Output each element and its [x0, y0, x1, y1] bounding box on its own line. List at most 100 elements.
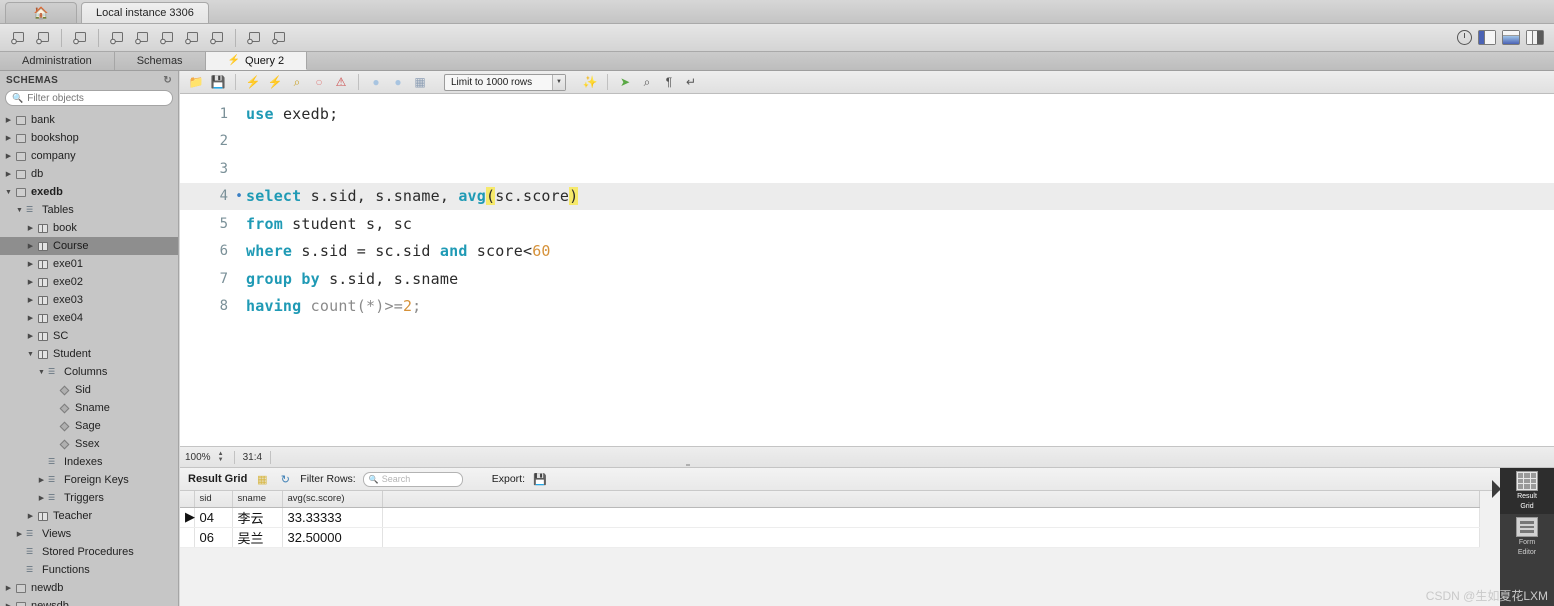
- table-cell[interactable]: [382, 507, 1480, 528]
- column-header[interactable]: [382, 491, 1480, 508]
- new-connection-icon[interactable]: [7, 27, 29, 48]
- export-recordset-icon[interactable]: 💾: [532, 471, 548, 487]
- stepper-down-icon[interactable]: ▼: [216, 457, 226, 463]
- sidebar-item-exe03[interactable]: ▶ exe03: [0, 291, 178, 309]
- sidebar-item-tables[interactable]: ▼ ☰ Tables: [0, 201, 178, 219]
- sidebar-item-newsdb[interactable]: ▶ newsdb: [0, 597, 178, 606]
- sidebar-item-functions[interactable]: ☰ Functions: [0, 561, 178, 579]
- code-line[interactable]: 4 • select s.sid, s.sname, avg(sc.score): [180, 182, 1554, 210]
- chevron-down-icon[interactable]: ▼: [552, 74, 565, 90]
- sidebar-item-foreign-keys[interactable]: ▶ ☰ Foreign Keys: [0, 471, 178, 489]
- refresh-icon[interactable]: ↻: [163, 75, 172, 86]
- schema-filter-box[interactable]: 🔍: [5, 90, 173, 106]
- rollback-icon[interactable]: ●: [388, 73, 408, 92]
- chevron-right-icon[interactable]: ▶: [14, 530, 25, 538]
- table-cell[interactable]: 33.33333: [282, 507, 383, 528]
- toggle-autocommit-icon[interactable]: ▦: [410, 73, 430, 92]
- beautify-sql-icon[interactable]: ✨: [580, 73, 600, 92]
- sidebar-item-student[interactable]: ▼ Student: [0, 345, 178, 363]
- sidebar-item-db[interactable]: ▶ db: [0, 165, 178, 183]
- chevron-down-icon[interactable]: ▼: [14, 207, 25, 214]
- code-line[interactable]: 6 where s.sid = sc.sid and score<60: [180, 238, 1554, 266]
- sidebar-toggle-icon[interactable]: [1478, 30, 1496, 45]
- tab-query-2[interactable]: ⚡ Query 2: [205, 52, 308, 70]
- chevron-right-icon[interactable]: ▶: [36, 476, 47, 484]
- sidebar-item-exedb[interactable]: ▼ exedb: [0, 183, 178, 201]
- sidebar-item-bookshop[interactable]: ▶ bookshop: [0, 129, 178, 147]
- chevron-right-icon[interactable]: ▶: [25, 242, 36, 250]
- sidebar-item-sage[interactable]: Sage: [0, 417, 178, 435]
- sidebar-item-columns[interactable]: ▼ ☰ Columns: [0, 363, 178, 381]
- filter-rows-input[interactable]: 🔍 Search: [362, 471, 463, 487]
- wrap-lines-icon[interactable]: ↵: [681, 73, 701, 92]
- sidebar-item-triggers[interactable]: ▶ ☰ Triggers: [0, 489, 178, 507]
- secondary-sidebar-toggle-icon[interactable]: [1526, 30, 1544, 45]
- table-cell[interactable]: [382, 527, 1480, 548]
- new-sql-editor-icon[interactable]: [32, 27, 54, 48]
- new-procedure-icon[interactable]: [181, 27, 203, 48]
- code-line[interactable]: 2: [180, 128, 1554, 156]
- chevron-right-icon[interactable]: ▶: [3, 116, 14, 124]
- search-icon[interactable]: ⌕: [637, 73, 657, 92]
- dock-form-editor[interactable]: Form Editor: [1500, 514, 1554, 560]
- chevron-right-icon[interactable]: ▶: [3, 170, 14, 178]
- row-limit-select[interactable]: Limit to 1000 rows ▼: [444, 73, 566, 91]
- sidebar-item-sid[interactable]: Sid: [0, 381, 178, 399]
- open-sql-script-icon[interactable]: [69, 27, 91, 48]
- chevron-right-icon[interactable]: ▶: [3, 602, 14, 606]
- table-cell[interactable]: 李云: [232, 507, 283, 528]
- save-sql-file-icon[interactable]: 💾: [208, 73, 228, 92]
- sidebar-item-newdb[interactable]: ▶ newdb: [0, 579, 178, 597]
- sql-code-editor[interactable]: 1 use exedb; 2 3 4 • select s.sid, s.sname, av…: [180, 94, 1554, 446]
- new-schema-icon[interactable]: [106, 27, 128, 48]
- toggle-stop-on-error-icon[interactable]: ⚠: [331, 73, 351, 92]
- sidebar-item-ssex[interactable]: Ssex: [0, 435, 178, 453]
- table-row[interactable]: 06 吴兰 32.50000: [180, 527, 1480, 548]
- chevron-down-icon[interactable]: ▼: [36, 369, 47, 376]
- sidebar-item-sname[interactable]: Sname: [0, 399, 178, 417]
- refresh-grid-icon[interactable]: ↻: [277, 471, 293, 487]
- table-row[interactable]: ▶ 04 李云 33.33333: [180, 507, 1480, 528]
- new-view-icon[interactable]: [156, 27, 178, 48]
- chevron-right-icon[interactable]: ▶: [25, 296, 36, 304]
- chevron-right-icon[interactable]: ▶: [3, 152, 14, 160]
- stop-execution-icon[interactable]: ○: [309, 73, 329, 92]
- table-cell[interactable]: 吴兰: [232, 527, 283, 548]
- grid-view-icon[interactable]: ▦: [254, 471, 270, 487]
- chevron-right-icon[interactable]: ▶: [3, 134, 14, 142]
- sidebar-item-exe02[interactable]: ▶ exe02: [0, 273, 178, 291]
- chevron-right-icon[interactable]: ▶: [3, 584, 14, 592]
- table-cell[interactable]: 04: [194, 507, 233, 528]
- code-line[interactable]: 1 use exedb;: [180, 100, 1554, 128]
- new-function-icon[interactable]: [206, 27, 228, 48]
- new-table-icon[interactable]: [131, 27, 153, 48]
- sidebar-item-exe04[interactable]: ▶ exe04: [0, 309, 178, 327]
- splitter-handle[interactable]: [686, 464, 690, 466]
- search-data-icon[interactable]: [243, 27, 265, 48]
- reconnect-server-icon[interactable]: [268, 27, 290, 48]
- chevron-right-icon[interactable]: ▶: [25, 224, 36, 232]
- schema-filter-input[interactable]: [27, 92, 166, 104]
- table-cell[interactable]: 06: [194, 527, 233, 548]
- chevron-right-icon[interactable]: ▶: [25, 278, 36, 286]
- code-line[interactable]: 8 having count(*)>=2;: [180, 293, 1554, 321]
- tab-schemas[interactable]: Schemas: [114, 52, 206, 70]
- explain-statement-icon[interactable]: ⌕: [287, 73, 307, 92]
- sidebar-item-teacher[interactable]: ▶ Teacher: [0, 507, 178, 525]
- code-line[interactable]: 5 from student s, sc: [180, 210, 1554, 238]
- execute-current-statement-icon[interactable]: ⚡: [265, 73, 285, 92]
- toggle-invisible-chars-icon[interactable]: ¶: [659, 73, 679, 92]
- chevron-right-icon[interactable]: ▶: [25, 260, 36, 268]
- table-cell[interactable]: 32.50000: [282, 527, 383, 548]
- open-sql-file-icon[interactable]: 📁: [186, 73, 206, 92]
- gear-icon[interactable]: [1457, 30, 1472, 45]
- column-header[interactable]: avg(sc.score): [282, 491, 383, 508]
- stepper-up-icon[interactable]: ▲: [216, 451, 226, 457]
- column-header[interactable]: sname: [232, 491, 283, 508]
- find-icon[interactable]: ➤: [615, 73, 635, 92]
- chevron-down-icon[interactable]: ▼: [25, 351, 36, 358]
- code-line[interactable]: 3: [180, 155, 1554, 183]
- chevron-right-icon[interactable]: ▶: [25, 314, 36, 322]
- execute-statement-icon[interactable]: ⚡: [243, 73, 263, 92]
- sidebar-item-bank[interactable]: ▶ bank: [0, 111, 178, 129]
